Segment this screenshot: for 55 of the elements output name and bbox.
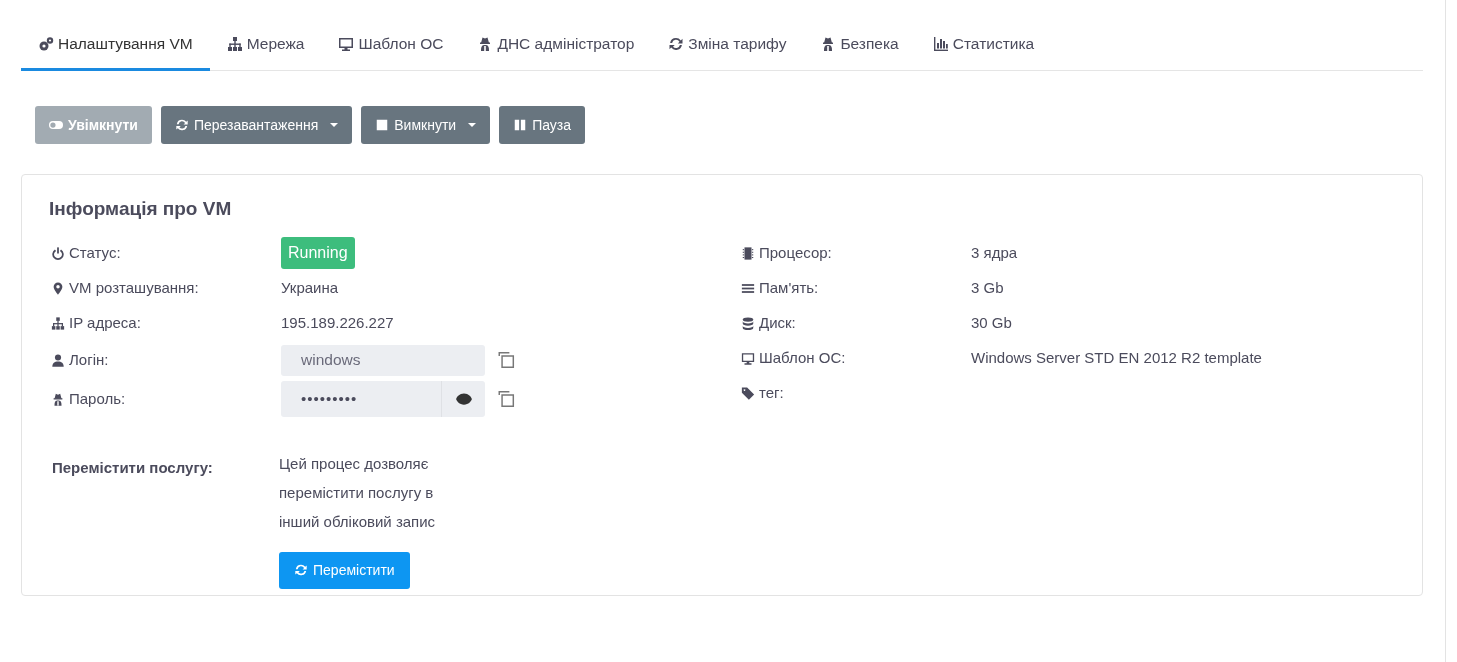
tab[interactable]: Шаблон ОС [321,20,461,72]
gears-icon [38,35,54,52]
field-label: Шаблон ОС: [759,348,846,368]
refresh-icon [174,118,189,133]
chip-icon [741,245,755,261]
shutdown-button[interactable]: Вимкнути [361,106,491,145]
password-field[interactable]: ••••••••• [281,381,441,418]
monitor-icon [338,35,355,52]
field-label: Статус: [69,243,121,263]
show-password-button[interactable] [441,381,485,418]
status-badge: Running [281,237,355,270]
pause-icon [513,118,528,133]
copy-icon [497,390,515,409]
move-label: Перемістити послугу: [51,457,214,478]
tab[interactable]: ДНС адміністратор [460,20,652,72]
tab[interactable]: Статистика [915,20,1052,72]
field-label: Процесор: [759,243,832,263]
hooded-figure-icon [51,391,65,407]
card-title: Інформація про VM [49,197,233,222]
monitor-icon [741,350,755,366]
field-value: 195.189.226.227 [281,313,394,333]
refresh-icon [294,563,308,578]
field-label: VM розташування: [69,278,199,298]
restart-button[interactable]: Перезавантаження [160,106,353,145]
move-description: Цей процес дозволяє перемістити послугу в інший обліковий запис [279,453,437,532]
tab[interactable]: Зміна тарифу [651,20,804,72]
copy-icon [497,351,515,370]
tab[interactable]: Безпека [803,20,916,72]
field-label: Диск: [759,313,796,333]
sitemap-icon [226,35,243,52]
field-value: 30 Gb [971,313,1012,333]
refresh-icon [668,35,685,52]
pause-button[interactable]: Пауза [499,106,586,145]
field-label: Пароль: [69,389,126,409]
copy-button[interactable] [497,351,515,370]
bar-chart-icon [932,35,949,52]
field-label: тег: [759,383,784,403]
stop-icon [375,118,390,133]
tab[interactable]: Мережа [209,20,322,72]
field-value: 3 Gb [971,278,1004,298]
copy-button[interactable] [497,390,515,409]
field-label: Пам'ять: [759,278,819,298]
login-field[interactable]: windows [281,344,485,376]
tag-icon [741,385,755,401]
field-value: Украина [281,278,339,298]
user-icon [51,352,65,368]
map-pin-icon [51,280,65,296]
field-label: IP адреса: [69,313,141,333]
sitemap-icon [51,315,65,331]
power-icon [51,245,65,261]
field-value: Windows Server STD EN 2012 R2 template [971,348,1262,368]
field-value: 3 ядра [971,243,1018,263]
field-label: Логін: [69,350,109,370]
tab[interactable]: Налаштування VM [21,20,210,72]
database-icon [741,315,755,331]
